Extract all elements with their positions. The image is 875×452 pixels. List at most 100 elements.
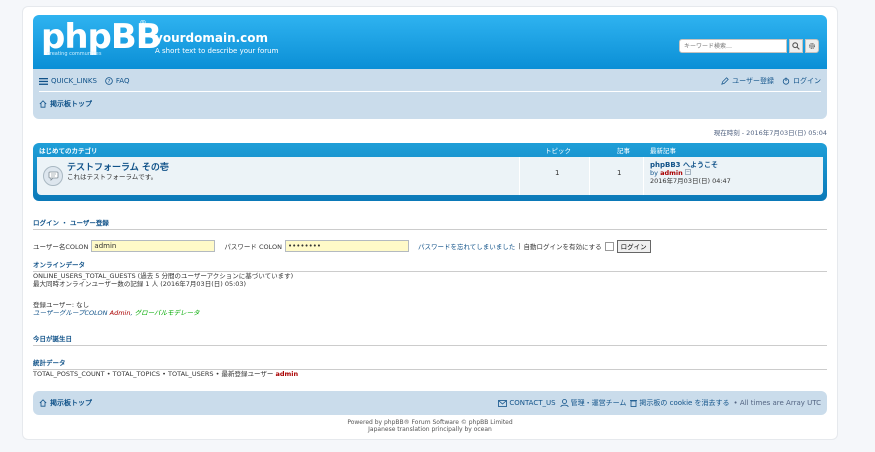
groups-prefix: ユーザーグループCOLON (33, 309, 108, 317)
forum-table-header: はじめてのカテゴリ トピック 記事 最新記事 (37, 143, 823, 157)
login-block-title: ログイン ・ ユーザー登録 (33, 217, 827, 230)
column-divider (643, 157, 644, 195)
login-block-title-link[interactable]: ログイン ・ ユーザー登録 (33, 219, 109, 227)
search-box (679, 39, 819, 53)
powered-by-line: Powered by phpBB® Forum Software © phpBB… (347, 419, 513, 426)
home-icon (39, 100, 47, 108)
column-posts: 記事 (617, 147, 630, 155)
nav-links-row: QUICK_LINKS ? FAQ ユーザー登録 ログイン (39, 74, 821, 92)
register-link[interactable]: ユーザー登録 (721, 76, 774, 86)
page-body: phpBB creating communities ® yourdomain.… (33, 15, 827, 433)
online-block-title: オンラインデータ (33, 259, 827, 272)
translation-credit-line: Japanese translation principally by ocea… (368, 426, 492, 433)
statistics-text: TOTAL_POSTS_COUNT • TOTAL_TOPICS • TOTAL… (33, 370, 274, 378)
statistics-title: 統計データ (33, 357, 827, 370)
last-post-time: 2016年7月03日(日) 04:47 (650, 177, 731, 185)
envelope-icon (498, 399, 508, 407)
last-post-info: phpBB3 へようこそ by admin 2016年7月03日(日) 04:4… (650, 161, 731, 185)
online-record-line: 最大同時オンラインユーザー数の記録 1 人 (2016年7月03日(日) 05:… (33, 280, 247, 288)
link-separator: | (518, 242, 521, 250)
autologin-label: 自動ログインを有効にする (523, 243, 602, 251)
group-moderator-link[interactable]: グローバルモデレータ (135, 309, 200, 317)
username-label: ユーザー名COLON (33, 243, 89, 251)
contact-link[interactable]: CONTACT_US (498, 399, 556, 407)
group-admin-link[interactable]: Admin (110, 309, 131, 317)
autologin-checkbox[interactable] (604, 241, 614, 251)
online-users-line: ONLINE_USERS_TOTAL_GUESTS (過去 5 分間のユーザーア… (33, 272, 294, 280)
forgot-password-link[interactable]: パスワードを忘れてしまいました (418, 241, 515, 251)
contact-label: CONTACT_US (509, 399, 556, 407)
delete-cookies-link[interactable]: 掲示板の cookie を消去する (630, 398, 730, 408)
last-post-title-link[interactable]: phpBB3 へようこそ (650, 161, 731, 169)
question-icon: ? (105, 77, 113, 85)
hamburger-icon (39, 77, 48, 85)
column-last-post: 最新記事 (650, 147, 676, 155)
register-label: ユーザー登録 (732, 77, 774, 85)
column-divider (519, 157, 520, 195)
forum-posts-count: 1 (617, 169, 622, 177)
registered-users-line: 登録ユーザー: なし (33, 301, 90, 309)
login-link[interactable]: ログイン (782, 76, 821, 86)
faq-link[interactable]: ? FAQ (105, 77, 130, 85)
site-header: phpBB creating communities ® yourdomain.… (33, 15, 827, 69)
login-form: ユーザー名COLON パスワード COLON パスワードを忘れてしまいました |… (33, 239, 651, 253)
current-time: 現在時刻 - 2016年7月03日(日) 05:04 (713, 129, 827, 137)
gear-icon (809, 43, 815, 49)
copyright: Powered by phpBB® Forum Software © phpBB… (33, 419, 827, 433)
forum-category-box: はじめてのカテゴリ トピック 記事 最新記事 テストフォーラム その壱 これはテ… (33, 143, 827, 201)
password-label: パスワード COLON (224, 243, 282, 251)
power-icon (782, 77, 790, 85)
timezone-text: • All times are Array UTC (733, 399, 821, 407)
team-icon (559, 399, 569, 407)
pencil-icon (721, 77, 729, 85)
online-info: ONLINE_USERS_TOTAL_GUESTS (過去 5 分間のユーザーア… (33, 272, 293, 288)
team-link[interactable]: 管理・運営チーム (559, 398, 627, 408)
last-post-by: by (650, 169, 658, 177)
site-logo[interactable]: phpBB creating communities (41, 17, 162, 57)
birthdays-title: 今日が誕生日 (33, 333, 827, 346)
registered-info: 登録ユーザー: なし ユーザーグループCOLON Admin, グローバルモデレ… (33, 301, 200, 317)
forum-topics-count: 1 (555, 169, 560, 177)
page-wrapper: phpBB creating communities ® yourdomain.… (22, 6, 838, 440)
group-separator: , (130, 309, 133, 317)
site-title: yourdomain.com (155, 31, 269, 45)
site-description: A short text to describe your forum (155, 47, 279, 55)
password-input[interactable] (285, 240, 409, 252)
svg-text:?: ? (107, 79, 110, 85)
username-input[interactable] (91, 240, 216, 252)
column-topics: トピック (545, 147, 571, 155)
footer-breadcrumb-label: 掲示板トップ (50, 399, 92, 407)
faq-label: FAQ (115, 77, 130, 85)
column-divider (589, 157, 590, 195)
search-icon (792, 42, 800, 50)
search-button[interactable] (789, 39, 803, 53)
logo-subtext: creating communities (47, 51, 102, 57)
trash-icon (630, 400, 638, 407)
forum-description: これはテストフォーラムです。 (67, 173, 158, 181)
logo-registered-mark: ® (139, 19, 147, 28)
breadcrumb-label: 掲示板トップ (50, 100, 92, 108)
home-icon (39, 399, 47, 407)
team-label: 管理・運営チーム (570, 399, 627, 407)
forum-row: テストフォーラム その壱 これはテストフォーラムです。 1 1 phpBB3 へ… (37, 157, 823, 195)
footer-breadcrumb-home[interactable]: 掲示板トップ (39, 398, 92, 408)
search-input[interactable] (679, 39, 787, 53)
footer-navbar: 掲示板トップ CONTACT_US 管理・運営チーム 掲示板の cookie を… (33, 391, 827, 415)
breadcrumb-home[interactable]: 掲示板トップ (39, 99, 92, 109)
quick-links-menu[interactable]: QUICK_LINKS (39, 77, 97, 85)
user-links: ユーザー登録 ログイン (713, 76, 821, 86)
view-latest-post-icon[interactable] (684, 169, 691, 175)
delete-cookies-label: 掲示板の cookie を消去する (639, 399, 730, 407)
forum-read-icon (43, 166, 63, 186)
breadcrumb: 掲示板トップ (39, 97, 821, 111)
login-button[interactable]: ログイン (616, 239, 651, 253)
quick-links-label: QUICK_LINKS (51, 77, 97, 85)
navbar: QUICK_LINKS ? FAQ ユーザー登録 ログイン 掲示板トップ (33, 69, 827, 119)
footer-links: CONTACT_US 管理・運営チーム 掲示板の cookie を消去する • … (498, 398, 821, 408)
statistics-line: TOTAL_POSTS_COUNT • TOTAL_TOPICS • TOTAL… (33, 370, 298, 378)
login-label: ログイン (793, 77, 821, 85)
category-title[interactable]: はじめてのカテゴリ (39, 145, 98, 155)
advanced-search-button[interactable] (805, 39, 819, 53)
newest-user-link[interactable]: admin (275, 370, 298, 378)
last-post-author-link[interactable]: admin (660, 169, 683, 177)
